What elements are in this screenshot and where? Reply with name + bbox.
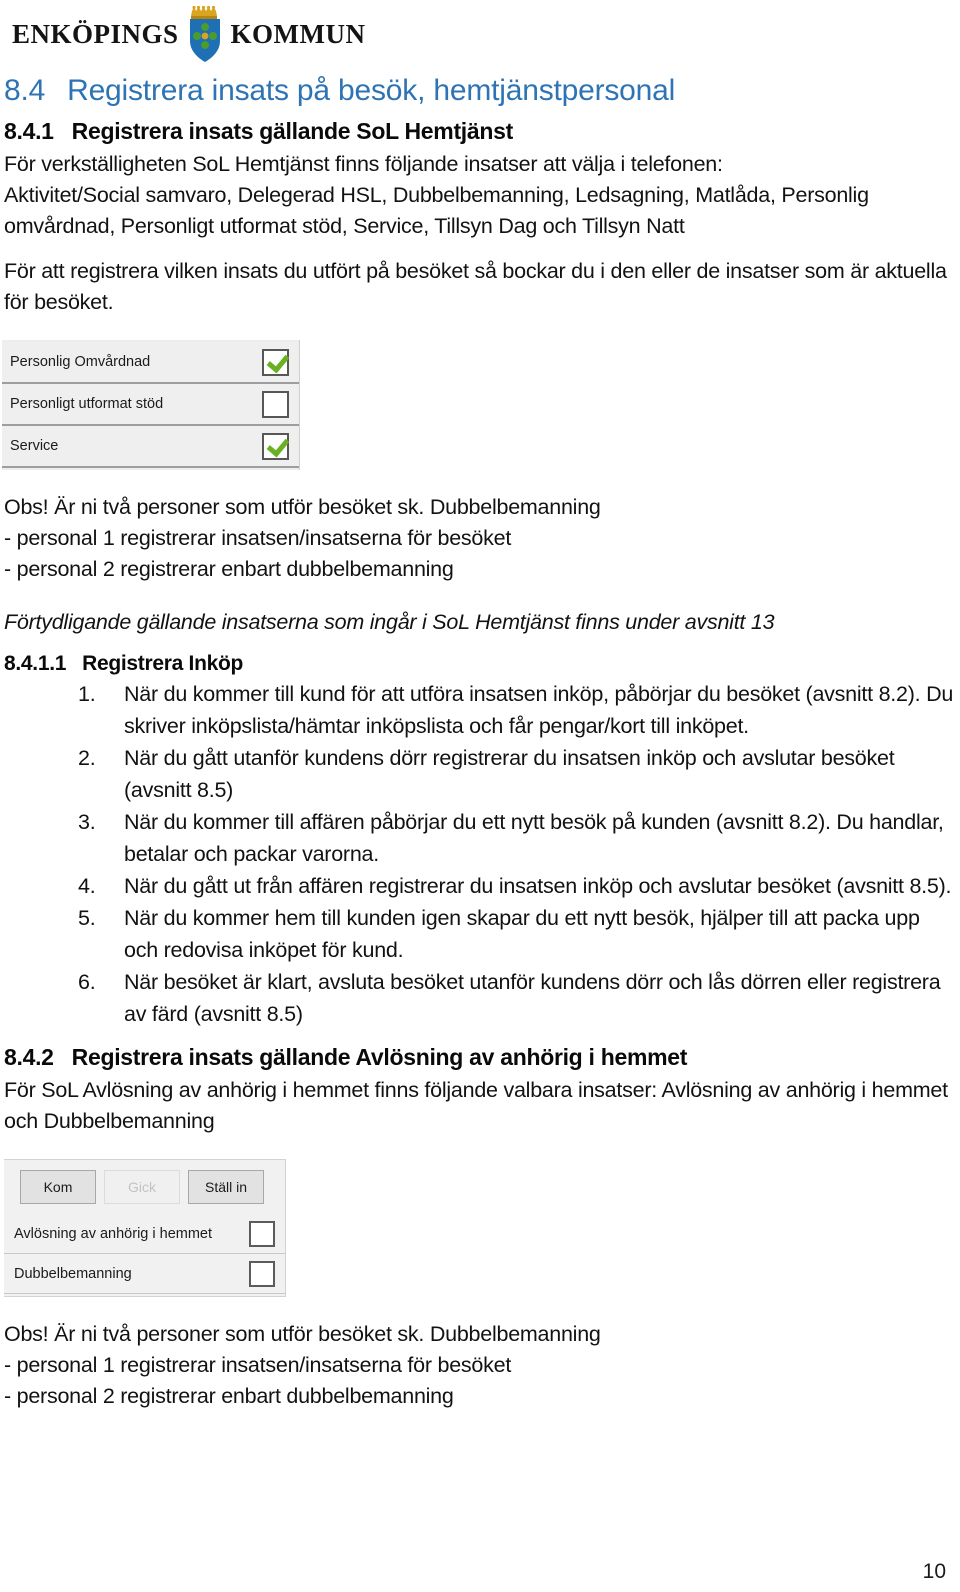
organization-logo: ENKÖPINGS KOMMUN — [0, 0, 960, 68]
visit-action-button-row: Kom Gick Ställ in — [4, 1170, 285, 1214]
stall-in-button[interactable]: Ställ in — [188, 1170, 264, 1204]
checkbox-checked-icon[interactable] — [262, 348, 289, 376]
heading-8-4-2-number: 8.4.2 — [4, 1044, 54, 1070]
avlosning-row-label: Avlösning av anhörig i hemmet — [14, 1225, 213, 1242]
heading-8-4-2-text: Registrera insats gällande Avlösning av … — [71, 1044, 688, 1070]
obs-line-3: - personal 2 registrerar enbart dubbelbe… — [4, 557, 454, 581]
obs-footer-line-1: Obs! Är ni två personer som utför besöke… — [4, 1322, 601, 1346]
intro-line-3: För att registrera vilken insats du utfö… — [4, 259, 947, 314]
heading-8-4-1-1: 8.4.1.1 Registrera Inköp — [4, 652, 960, 676]
list-item: När du gått utanför kundens dörr registr… — [78, 742, 895, 802]
insats-row-label: Service — [10, 438, 59, 454]
coat-of-arms-icon — [185, 5, 225, 63]
insats-checkbox-list-screenshot: Personlig Omvårdnad Personligt utformat … — [2, 340, 300, 470]
insats-row-label: Personligt utformat stöd — [10, 396, 164, 412]
heading-8-4-1-text: Registrera insats gällande SoL Hemtjänst — [71, 118, 514, 144]
list-item: När besöket är klart, avsluta besöket ut… — [78, 966, 941, 1026]
heading-8-4-1-1-number: 8.4.1.1 — [4, 652, 67, 675]
obs-footer-line-3: - personal 2 registrerar enbart dubbelbe… — [4, 1384, 454, 1408]
insats-row-service[interactable]: Service — [2, 426, 299, 468]
heading-8-4-1: 8.4.1 Registrera insats gällande SoL Hemt… — [4, 118, 960, 145]
insats-row-personligt-utformat-stod[interactable]: Personligt utformat stöd — [2, 384, 299, 426]
inkop-steps-list: När du kommer till kund för att utföra i… — [0, 678, 960, 1030]
avlosning-row-avlosning-av-anhorig[interactable]: Avlösning av anhörig i hemmet — [4, 1214, 285, 1254]
list-item: När du kommer till kund för att utföra i… — [78, 678, 954, 738]
obs-line-2: - personal 1 registrerar insatsen/insats… — [4, 526, 512, 550]
insats-row-label: Personlig Omvårdnad — [10, 354, 151, 370]
checkbox-unchecked-icon[interactable] — [249, 1260, 275, 1287]
document-page: ENKÖPINGS KOMMUN 8.4 Registrera insats p… — [0, 0, 960, 1592]
avlosning-intro: För SoL Avlösning av anhörig i hemmet fi… — [4, 1078, 948, 1133]
logo-text-left: ENKÖPINGS — [12, 18, 179, 49]
intro-line-1: För verkställigheten SoL Hemtjänst finns… — [4, 152, 723, 176]
heading-8-4-2: 8.4.2 Registrera insats gällande Avlösnin… — [4, 1044, 960, 1071]
page-number: 10 — [922, 1560, 946, 1583]
avlosning-row-label: Dubbelbemanning — [14, 1265, 132, 1282]
checkbox-unchecked-icon[interactable] — [249, 1220, 275, 1247]
list-item: När du kommer till affären påbörjar du e… — [78, 806, 944, 866]
heading-8-4: 8.4 Registrera insats på besök, hemtjänst… — [4, 74, 960, 108]
heading-8-4-number: 8.4 — [4, 74, 46, 107]
kom-button[interactable]: Kom — [20, 1170, 96, 1204]
gick-button: Gick — [104, 1170, 180, 1204]
heading-8-4-text: Registrera insats på besök, hemtjänstper… — [67, 74, 676, 107]
intro-line-2: Aktivitet/Social samvaro, Delegerad HSL,… — [4, 183, 869, 238]
avlosning-checkbox-list-screenshot: Kom Gick Ställ in Avlösning av anhörig i… — [4, 1159, 286, 1297]
clarification-note: Förtydligande gällande insatserna som in… — [4, 610, 775, 634]
avlosning-row-dubbelbemanning[interactable]: Dubbelbemanning — [4, 1254, 285, 1294]
insats-row-personlig-omvardnad[interactable]: Personlig Omvårdnad — [2, 342, 299, 384]
obs-footer-line-2: - personal 1 registrerar insatsen/insats… — [4, 1353, 512, 1377]
obs-line-1: Obs! Är ni två personer som utför besöke… — [4, 495, 601, 519]
checkbox-unchecked-icon[interactable] — [262, 390, 289, 418]
heading-8-4-1-1-text: Registrera Inköp — [82, 652, 244, 675]
list-item: När du kommer hem till kunden igen skapa… — [78, 902, 920, 962]
heading-8-4-1-number: 8.4.1 — [4, 118, 54, 144]
logo-text-right: KOMMUN — [230, 18, 366, 49]
checkbox-checked-icon[interactable] — [262, 432, 289, 460]
list-item: När du gått ut från affären registrerar … — [78, 870, 952, 902]
